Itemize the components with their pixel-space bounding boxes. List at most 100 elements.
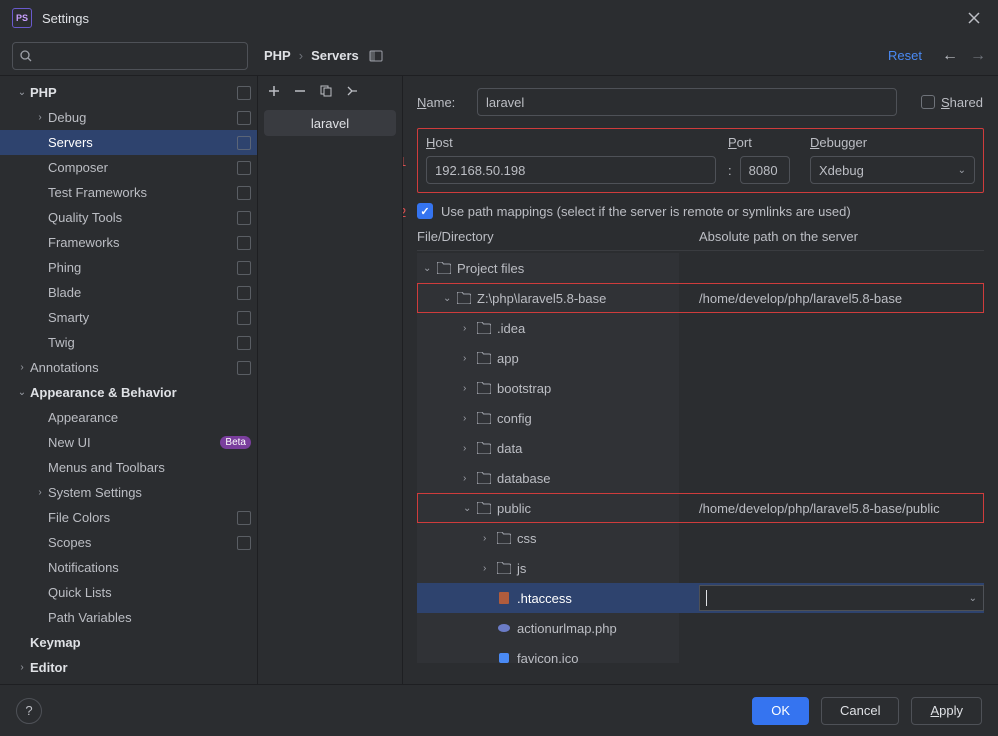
sidebar-item-label: PHP bbox=[30, 85, 237, 100]
sidebar-item[interactable]: Menus and Toolbars bbox=[0, 455, 257, 480]
chevron-right-icon: › bbox=[483, 563, 495, 574]
map-table-header: File/Directory Absolute path on the serv… bbox=[417, 229, 984, 251]
host-input[interactable] bbox=[426, 156, 716, 184]
search-box[interactable] bbox=[12, 42, 248, 70]
name-input[interactable] bbox=[477, 88, 897, 116]
folder-icon bbox=[477, 502, 491, 514]
path-mapping-tree[interactable]: ⌄ Project files ⌄Z:\php\laravel5.8-base/ho… bbox=[417, 253, 984, 663]
breadcrumb: PHP › Servers bbox=[264, 48, 359, 63]
import-button[interactable] bbox=[344, 83, 360, 99]
chevron-right-icon: › bbox=[14, 662, 30, 673]
sidebar-item[interactable]: Keymap bbox=[0, 630, 257, 655]
file-row[interactable]: .htaccess⌄ bbox=[417, 583, 984, 613]
absolute-path[interactable]: /home/develop/php/laravel5.8-base bbox=[699, 291, 902, 306]
port-input[interactable] bbox=[740, 156, 790, 184]
server-list-toolbar bbox=[258, 76, 402, 106]
help-button[interactable]: ? bbox=[16, 698, 42, 724]
chevron-right-icon: › bbox=[463, 473, 475, 484]
chevron-right-icon: › bbox=[463, 383, 475, 394]
sidebar-item[interactable]: Quality Tools bbox=[0, 205, 257, 230]
sidebar-item[interactable]: Scopes bbox=[0, 530, 257, 555]
sidebar-item[interactable]: ⌄Appearance & Behavior bbox=[0, 380, 257, 405]
folder-row[interactable]: ›config bbox=[417, 403, 984, 433]
file-name: Project files bbox=[457, 261, 524, 276]
sidebar-item[interactable]: Composer bbox=[0, 155, 257, 180]
sidebar-item[interactable]: ›Editor bbox=[0, 655, 257, 680]
folder-row[interactable]: ›.idea bbox=[417, 313, 984, 343]
sidebar-item[interactable]: Appearance bbox=[0, 405, 257, 430]
file-row[interactable]: actionurlmap.php bbox=[417, 613, 984, 643]
breadcrumb-item[interactable]: Servers bbox=[311, 48, 359, 63]
sidebar-item[interactable]: Phing bbox=[0, 255, 257, 280]
chevron-right-icon: › bbox=[463, 323, 475, 334]
remove-button[interactable] bbox=[292, 83, 308, 99]
chevron-right-icon: › bbox=[14, 362, 30, 373]
sidebar-item[interactable]: ›System Settings bbox=[0, 480, 257, 505]
file-row[interactable]: favicon.ico bbox=[417, 643, 984, 663]
folder-row[interactable]: ›js bbox=[417, 553, 984, 583]
sidebar-item[interactable]: ›Debug bbox=[0, 105, 257, 130]
folder-icon bbox=[477, 472, 491, 484]
sidebar-item[interactable]: Servers bbox=[0, 130, 257, 155]
pathmap-checkbox[interactable]: ✓ bbox=[417, 203, 433, 219]
scope-icon bbox=[237, 186, 251, 200]
sidebar-item[interactable]: Test Frameworks bbox=[0, 180, 257, 205]
body: ⌄PHP›DebugServersComposerTest Frameworks… bbox=[0, 76, 998, 684]
sidebar-item-label: Composer bbox=[48, 160, 237, 175]
chevron-right-icon: › bbox=[483, 533, 495, 544]
colon-separator: : bbox=[728, 163, 732, 178]
sidebar-item[interactable]: Quick Lists bbox=[0, 580, 257, 605]
folder-row[interactable]: ⌄Z:\php\laravel5.8-base/home/develop/php… bbox=[417, 283, 984, 313]
folder-row[interactable]: ›css bbox=[417, 523, 984, 553]
folder-row[interactable]: ⌄ Project files bbox=[417, 253, 984, 283]
absolute-path-input[interactable]: ⌄ bbox=[699, 585, 984, 611]
folder-icon bbox=[477, 322, 491, 334]
shared-checkbox[interactable]: Shared bbox=[921, 95, 983, 110]
col-file-directory: File/Directory bbox=[417, 229, 699, 244]
chevron-down-icon: ⌄ bbox=[423, 263, 435, 274]
folder-row[interactable]: › bootstrap bbox=[417, 373, 984, 403]
debugger-select[interactable]: Xdebug ⌄ bbox=[810, 156, 975, 184]
reset-link[interactable]: Reset bbox=[888, 48, 922, 63]
sidebar-item-label: System Settings bbox=[48, 485, 251, 500]
ok-button[interactable]: OK bbox=[752, 697, 809, 725]
sidebar-item[interactable]: File Colors bbox=[0, 505, 257, 530]
copy-button[interactable] bbox=[318, 83, 334, 99]
nav-back-button[interactable]: ← bbox=[942, 47, 958, 65]
sidebar-item-label: Debug bbox=[48, 110, 237, 125]
sidebar-item-label: Frameworks bbox=[48, 235, 237, 250]
apply-button[interactable]: Apply bbox=[911, 697, 982, 725]
sidebar-item-label: File Colors bbox=[48, 510, 237, 525]
breadcrumb-item[interactable]: PHP bbox=[264, 48, 291, 63]
sidebar-item-label: Scopes bbox=[48, 535, 237, 550]
port-label: Port bbox=[728, 135, 798, 150]
sidebar-item[interactable]: ⌄PHP bbox=[0, 80, 257, 105]
cancel-button[interactable]: Cancel bbox=[821, 697, 899, 725]
absolute-path[interactable]: /home/develop/php/laravel5.8-base/public bbox=[699, 501, 940, 516]
add-button[interactable] bbox=[266, 83, 282, 99]
sidebar-item[interactable]: Notifications bbox=[0, 555, 257, 580]
folder-row[interactable]: ›data bbox=[417, 433, 984, 463]
scope-icon bbox=[237, 361, 251, 375]
scope-icon bbox=[237, 536, 251, 550]
folder-row[interactable]: ›database bbox=[417, 463, 984, 493]
chevron-right-icon: › bbox=[32, 112, 48, 123]
sidebar-item[interactable]: Frameworks bbox=[0, 230, 257, 255]
sidebar-item[interactable]: ›Annotations bbox=[0, 355, 257, 380]
collapse-icon[interactable] bbox=[369, 50, 383, 62]
folder-row[interactable]: ⌄public/home/develop/php/laravel5.8-base… bbox=[417, 493, 984, 523]
sidebar-item[interactable]: Blade bbox=[0, 280, 257, 305]
close-button[interactable] bbox=[962, 6, 986, 30]
sidebar-item[interactable]: Path Variables bbox=[0, 605, 257, 630]
settings-tree[interactable]: ⌄PHP›DebugServersComposerTest Frameworks… bbox=[0, 76, 258, 684]
folder-row[interactable]: ›app bbox=[417, 343, 984, 373]
sidebar-item[interactable]: New UIBeta bbox=[0, 430, 257, 455]
scope-icon bbox=[237, 311, 251, 325]
sidebar-item[interactable]: Smarty bbox=[0, 305, 257, 330]
file-name: bootstrap bbox=[497, 381, 551, 396]
sidebar-item[interactable]: Twig bbox=[0, 330, 257, 355]
search-input[interactable] bbox=[37, 48, 241, 63]
folder-icon bbox=[477, 382, 491, 394]
nav-forward-button[interactable]: → bbox=[970, 47, 986, 65]
server-list-item[interactable]: laravel bbox=[264, 110, 396, 136]
